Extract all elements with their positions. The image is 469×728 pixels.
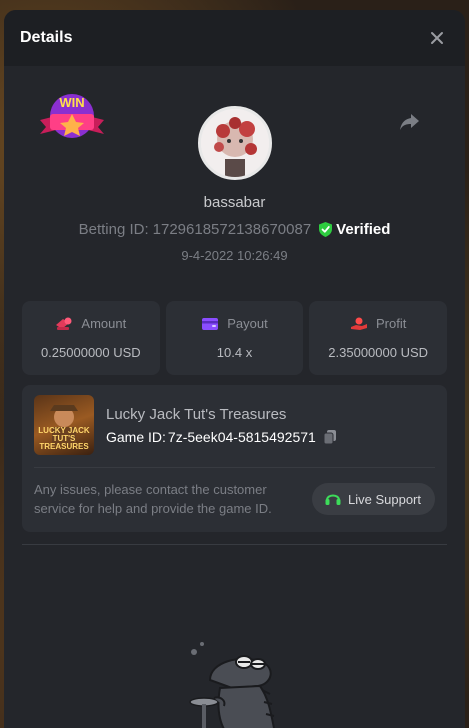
close-button[interactable] (425, 26, 449, 50)
help-text: Any issues, please contact the customer … (34, 482, 272, 516)
stat-profit: Profit 2.35000000 USD (309, 301, 448, 375)
stat-profit-value: 2.35000000 USD (328, 345, 429, 360)
game-id-label: Game ID: (106, 428, 166, 445)
game-id-value: 7z-5eek04-5815492571 (167, 428, 316, 445)
betting-id-label: Betting ID: (78, 221, 149, 238)
game-details: Lucky Jack Tut's Treasures Game ID: 7z-5… (106, 406, 338, 445)
modal-body: WIN bassabar Betting ID: 172961857213867… (4, 66, 465, 545)
stats-row: Amount 0.25000000 USD Payout 10.4 x Prof… (22, 301, 448, 375)
verified-label: Verified (336, 221, 391, 238)
section-divider (22, 544, 447, 545)
win-badge-text: WIN (59, 95, 84, 110)
avatar (197, 106, 272, 180)
verified-badge: Verified (319, 221, 390, 238)
stat-amount-label: Amount (81, 316, 127, 331)
coins-icon (56, 317, 72, 330)
bet-date: 9-4-2022 10:26:49 (181, 248, 288, 263)
game-name: Lucky Jack Tut's Treasures (106, 405, 287, 423)
details-modal: Details WIN bassabar Betting ID: 1729618… (4, 10, 465, 728)
share-icon (400, 114, 419, 130)
username: bassabar (203, 194, 266, 211)
help-row: Any issues, please contact the customer … (34, 480, 435, 518)
game-thumbnail[interactable]: LUCKY JACK TUT'S TREASURES (34, 395, 94, 455)
stat-payout-value: 10.4 x (216, 345, 253, 360)
divider (34, 467, 435, 468)
crocodile-mascot-icon (189, 642, 275, 728)
close-icon (431, 32, 443, 44)
stat-profit-label: Profit (376, 316, 407, 331)
wallet-icon (202, 317, 219, 330)
game-card: LUCKY JACK TUT'S TREASURES Lucky Jack Tu… (22, 385, 447, 532)
modal-header: Details (4, 10, 465, 66)
game-info-row: LUCKY JACK TUT'S TREASURES Lucky Jack Tu… (34, 395, 435, 455)
modal-title: Details (20, 29, 73, 46)
shield-check-icon (319, 222, 333, 237)
copy-icon (323, 429, 336, 444)
stat-payout-label: Payout (227, 316, 268, 331)
stat-payout: Payout 10.4 x (165, 301, 304, 375)
hand-coin-icon (351, 317, 367, 330)
live-support-button[interactable]: Live Support (312, 483, 435, 515)
headset-icon (325, 494, 341, 505)
stat-amount-value: 0.25000000 USD (40, 345, 141, 360)
share-button[interactable] (397, 110, 423, 134)
betting-id-row: Betting ID: 1729618572138670087 Verified (79, 221, 391, 238)
game-thumbnail-text: LUCKY JACK TUT'S TREASURES (38, 426, 90, 451)
stat-amount: Amount 0.25000000 USD (22, 301, 160, 375)
live-support-label: Live Support (348, 491, 421, 507)
betting-id-value: 1729618572138670087 (152, 221, 312, 238)
game-id-row: Game ID: 7z-5eek04-5815492571 (106, 429, 338, 445)
win-badge-icon: WIN (40, 94, 104, 138)
copy-button[interactable] (322, 429, 338, 445)
